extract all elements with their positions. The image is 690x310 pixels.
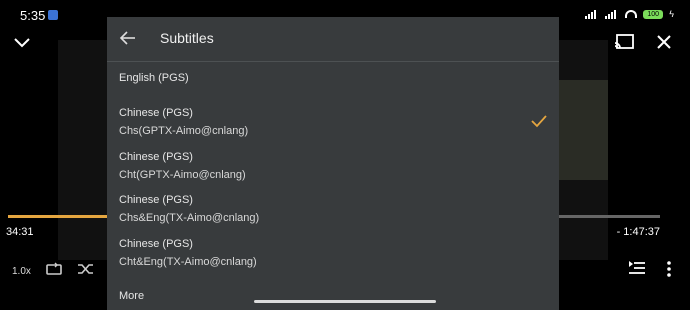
subtitle-option-cht-eng[interactable]: Chinese (PGS) Cht&Eng(TX-Aimo@cnlang) (119, 238, 257, 268)
more-label: More (119, 290, 145, 302)
shuffle-icon (77, 264, 93, 274)
repeat-button[interactable] (45, 262, 63, 281)
gesture-nav-handle[interactable] (254, 300, 436, 303)
subtitle-option-lang: Chinese (PGS) (119, 194, 193, 206)
battery-icon: 100 (643, 9, 664, 19)
subtitle-option-cht[interactable]: Chinese (PGS) Cht(GPTX-Aimo@cnlang) (119, 151, 246, 181)
subtitle-option-chs-eng[interactable]: Chinese (PGS) Chs&Eng(TX-Aimo@cnlang) (119, 194, 259, 224)
playback-speed-button[interactable]: 1.0x (12, 266, 31, 277)
collapse-button[interactable] (12, 32, 32, 52)
subtitles-panel: Subtitles English (PGS) Chinese (PGS) Ch… (107, 17, 559, 310)
subtitles-title: Subtitles (160, 30, 214, 46)
subtitle-option-track: Chs&Eng(TX-Aimo@cnlang) (119, 212, 260, 224)
more-vert-icon (667, 261, 671, 277)
subtitles-header: Subtitles (107, 17, 559, 62)
shuffle-button[interactable] (77, 262, 95, 281)
status-time: 5:35 (20, 8, 46, 23)
signal-icon (585, 9, 599, 19)
playlist-icon (629, 261, 645, 274)
subtitle-option-english[interactable]: English (PGS) (119, 72, 189, 84)
subtitle-option-lang: Chinese (PGS) (119, 107, 193, 119)
back-button[interactable] (119, 29, 137, 47)
more-options-button[interactable] (666, 261, 672, 282)
signal-icon-2 (605, 9, 619, 19)
subtitle-option-lang: English (PGS) (119, 72, 189, 84)
selected-checkmark-icon (531, 114, 547, 128)
repeat-icon (46, 262, 62, 275)
elapsed-time: 34:31 (6, 226, 34, 238)
playlist-button[interactable] (628, 261, 646, 282)
player-top-actions (614, 32, 674, 52)
subtitle-more-option[interactable]: More (119, 290, 144, 302)
charging-icon: ϟ (669, 9, 674, 19)
subtitle-option-track: Chs(GPTX-Aimo@cnlang) (119, 125, 249, 137)
subtitle-option-lang: Chinese (PGS) (119, 151, 193, 163)
cast-icon (614, 34, 634, 49)
bottom-right-controls (628, 261, 672, 282)
status-indicators: 100 ϟ (585, 9, 674, 19)
subtitle-option-track: Cht&Eng(TX-Aimo@cnlang) (119, 256, 257, 268)
screen: 5:35 100 ϟ 34:31 - 1:47:37 1.0x Subtitle… (0, 0, 690, 310)
subtitle-option-chs[interactable]: Chinese (PGS) Chs(GPTX-Aimo@cnlang) (119, 107, 248, 137)
wifi-icon (625, 10, 638, 18)
close-icon (657, 35, 671, 49)
video-frame-detail (558, 80, 608, 180)
remaining-time: - 1:47:37 (616, 226, 660, 238)
chevron-down-icon (14, 38, 30, 48)
subtitle-option-track: Cht(GPTX-Aimo@cnlang) (119, 169, 246, 181)
notification-app-icon (48, 10, 58, 20)
close-button[interactable] (654, 32, 674, 52)
cast-button[interactable] (614, 32, 634, 52)
arrow-left-icon (119, 31, 135, 45)
subtitle-option-lang: Chinese (PGS) (119, 238, 193, 250)
